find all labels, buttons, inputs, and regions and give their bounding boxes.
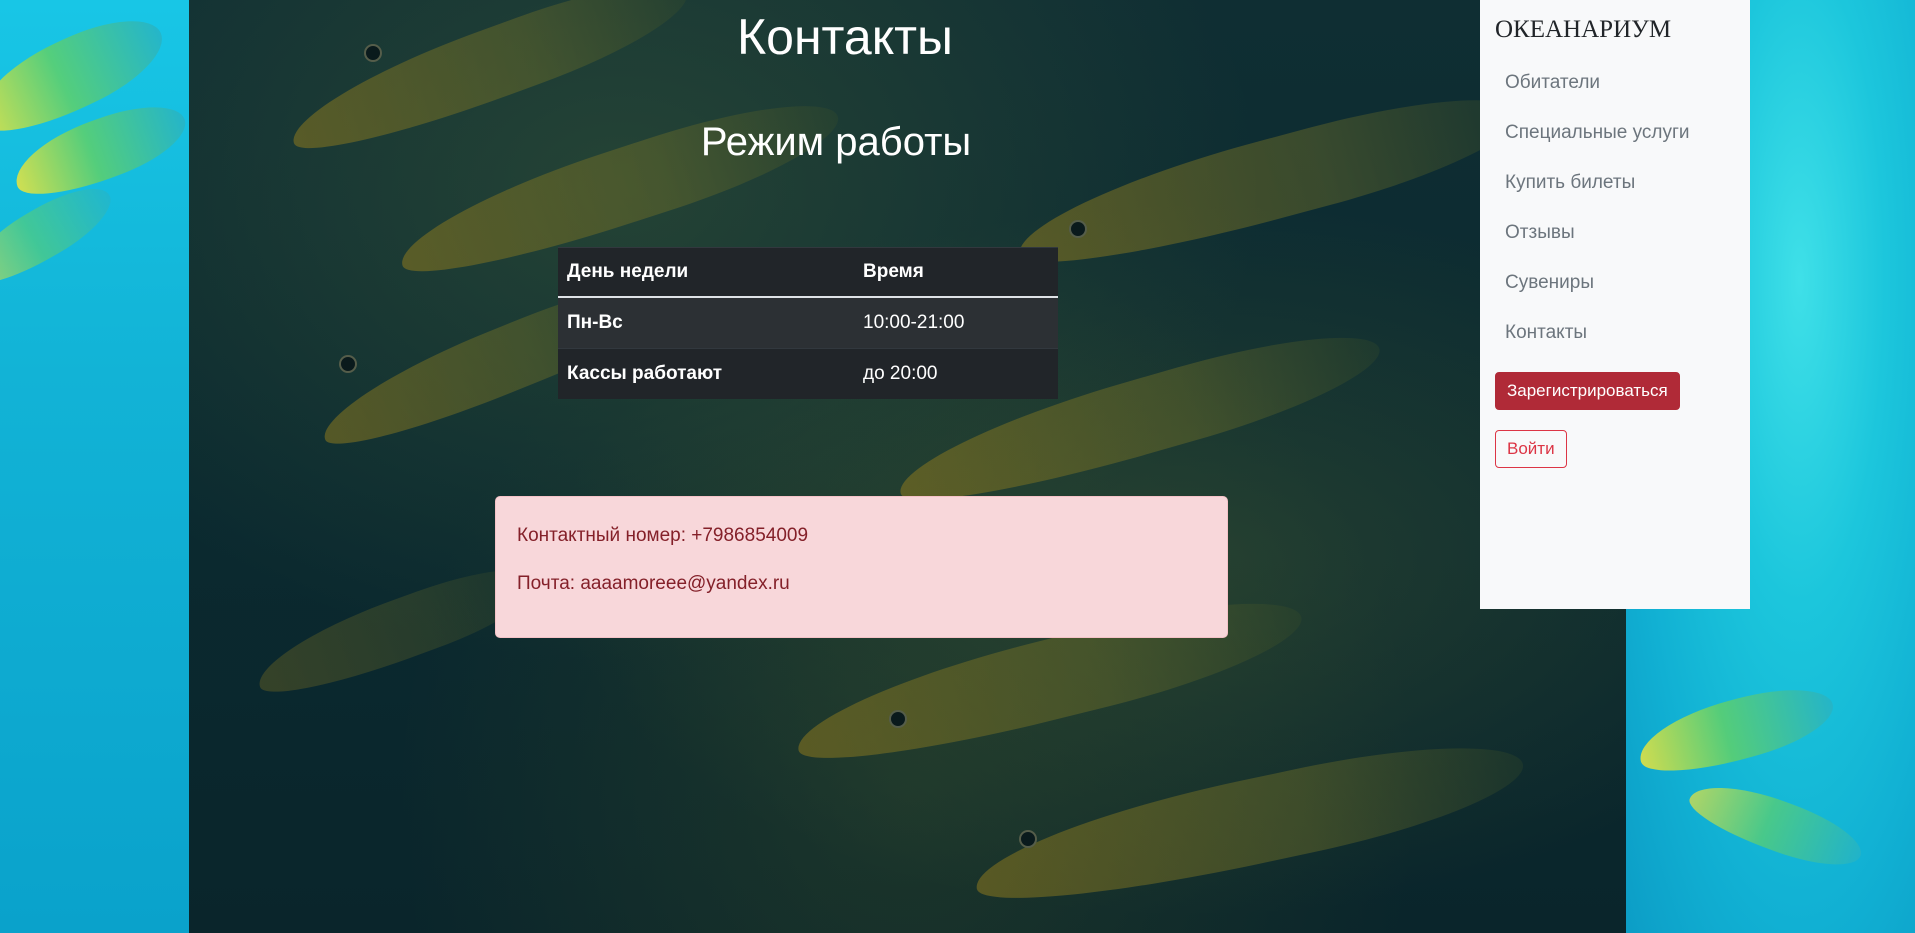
fish-decoration bbox=[1682, 770, 1870, 880]
nav-link-souvenirs[interactable]: Сувениры bbox=[1495, 272, 1594, 294]
contact-phone: Контактный номер: +7986854009 bbox=[517, 525, 809, 546]
table-cell-time: 10:00-21:00 bbox=[854, 296, 1058, 349]
nav-link-special-services[interactable]: Специальные услуги bbox=[1495, 122, 1690, 144]
login-button[interactable]: Войти bbox=[1495, 430, 1567, 468]
table-cell-time: до 20:00 bbox=[854, 348, 1058, 399]
fish-decoration bbox=[0, 173, 122, 297]
column-header-time: Время bbox=[854, 247, 1058, 298]
nav-link-reviews[interactable]: Отзывы bbox=[1495, 222, 1575, 244]
table-header-row: День недели Время bbox=[558, 247, 1058, 298]
table-row: Кассы работают до 20:00 bbox=[558, 348, 1058, 399]
section-title-schedule: Режим работы bbox=[700, 120, 972, 164]
contact-alert-box: Контактный номер: +7986854009 Почта: aaa… bbox=[495, 496, 1228, 638]
table-row: Пн-Вс 10:00-21:00 bbox=[558, 296, 1058, 349]
sidebar-item-buy-tickets: Купить билеты bbox=[1495, 158, 1735, 208]
sidebar-item-inhabitants: Обитатели bbox=[1495, 58, 1735, 108]
nav-link-buy-tickets[interactable]: Купить билеты bbox=[1495, 172, 1635, 194]
register-button[interactable]: Зарегистрироваться bbox=[1495, 372, 1680, 410]
sidebar-item-reviews: Отзывы bbox=[1495, 208, 1735, 258]
sidebar-nav-list: Обитатели Специальные услуги Купить биле… bbox=[1495, 58, 1735, 358]
sidebar: ОКЕАНАРИУМ Обитатели Специальные услуги … bbox=[1480, 0, 1750, 609]
fish-decoration bbox=[1007, 74, 1531, 286]
schedule-table: День недели Время Пн-Вс 10:00-21:00 Касс… bbox=[558, 247, 1058, 399]
fish-eye-decoration bbox=[889, 710, 907, 728]
nav-link-inhabitants[interactable]: Обитатели bbox=[1495, 72, 1600, 94]
sidebar-item-contacts: Контакты bbox=[1495, 308, 1735, 358]
nav-link-contacts[interactable]: Контакты bbox=[1495, 322, 1587, 344]
fish-eye-decoration bbox=[1019, 830, 1037, 848]
sidebar-item-souvenirs: Сувениры bbox=[1495, 258, 1735, 308]
sidebar-item-special-services: Специальные услуги bbox=[1495, 108, 1735, 158]
table-cell-day: Кассы работают bbox=[558, 348, 854, 399]
fish-decoration bbox=[1631, 675, 1841, 785]
fish-eye-decoration bbox=[1069, 220, 1087, 238]
page: Контакты Режим работы День недели Время … bbox=[0, 0, 1915, 933]
table-cell-day: Пн-Вс bbox=[558, 296, 854, 349]
fish-decoration bbox=[966, 722, 1532, 923]
brand-logo-text[interactable]: ОКЕАНАРИУМ bbox=[1495, 16, 1735, 44]
contact-email: Почта: aaaamoreee@yandex.ru bbox=[517, 572, 790, 594]
page-title: Контакты bbox=[737, 9, 953, 65]
background-left-ocean bbox=[0, 0, 189, 933]
fish-eye-decoration bbox=[339, 355, 357, 373]
column-header-day: День недели bbox=[558, 247, 854, 298]
